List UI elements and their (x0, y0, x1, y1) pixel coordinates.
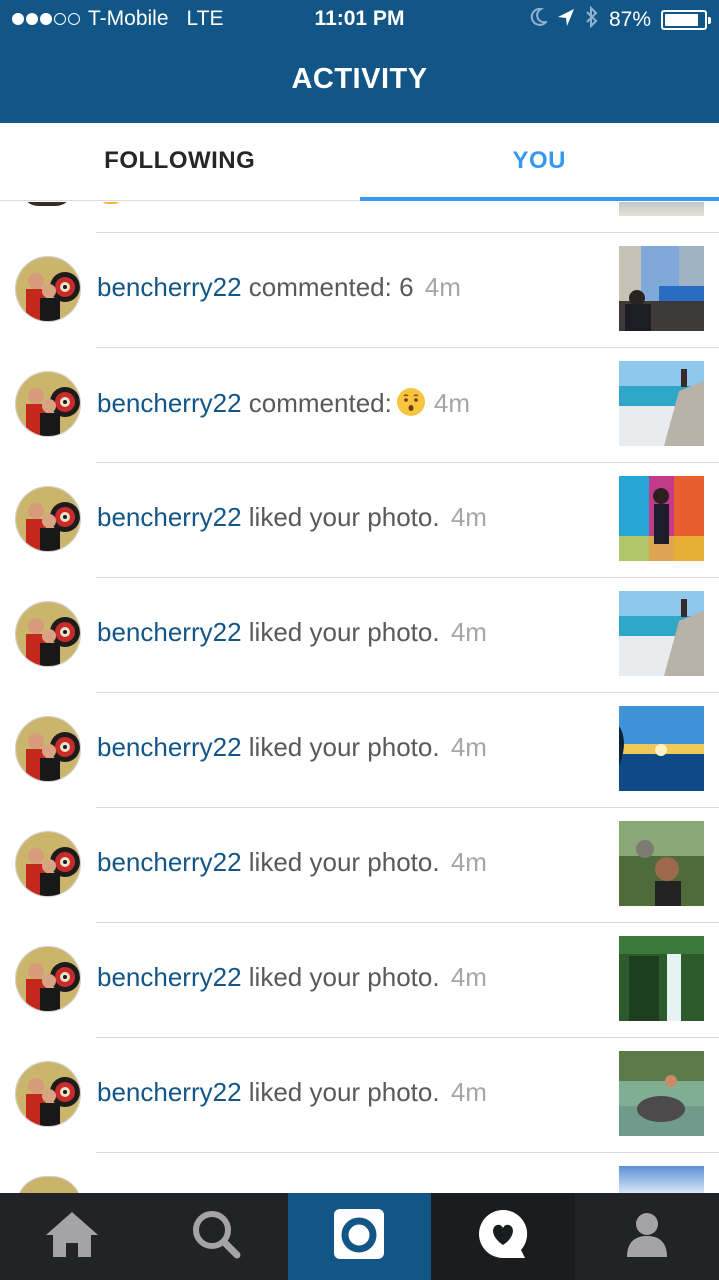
username-link[interactable]: bencherry22 (97, 617, 242, 647)
row-divider (96, 1037, 719, 1038)
activity-action: commented: 6 (248, 272, 414, 302)
activity-time: 4m (450, 502, 487, 532)
activity-row[interactable]: bencherry22 liked your photo. 4m (0, 462, 719, 577)
moon-icon (529, 7, 549, 33)
nav-camera-button[interactable] (287, 1193, 432, 1280)
activity-text: bencherry22 liked your photo. 4m (97, 617, 487, 648)
bottom-tab-bar (0, 1193, 719, 1280)
username-link[interactable]: bencherry22 (97, 388, 242, 418)
row-divider (96, 347, 719, 348)
avatar[interactable] (15, 831, 81, 897)
activity-time: 4m (450, 1077, 487, 1107)
activity-heart-icon (477, 1208, 529, 1265)
avatar[interactable] (15, 716, 81, 782)
activity-time: 4m (450, 847, 487, 877)
activity-row[interactable]: bencherry22 liked your photo. 4m (0, 922, 719, 1037)
home-icon (44, 1209, 100, 1264)
tab-you[interactable]: YOU (359, 123, 719, 201)
partial-list-item-top (0, 202, 719, 232)
post-thumbnail[interactable] (619, 246, 704, 331)
activity-action: liked your photo. (248, 502, 440, 532)
post-thumbnail[interactable] (619, 1051, 704, 1136)
activity-header: T-Mobile LTE 11:01 PM 87% ACTIVITY (0, 0, 719, 123)
activity-time: 4m (424, 272, 461, 302)
activity-tabs: FOLLOWING YOU (0, 123, 719, 201)
avatar[interactable] (15, 256, 81, 322)
activity-row[interactable]: bencherry22 commented: 4m (0, 347, 719, 462)
avatar[interactable] (15, 1061, 81, 1127)
tab-following[interactable]: FOLLOWING (0, 123, 360, 200)
post-thumbnail[interactable] (619, 476, 704, 561)
post-thumbnail[interactable] (619, 591, 704, 676)
activity-list[interactable]: bencherry22 commented: 6 4m bencherry22 c… (0, 202, 719, 1193)
username-link[interactable]: bencherry22 (97, 847, 242, 877)
activity-row[interactable]: bencherry22 liked your photo. 4m (0, 692, 719, 807)
activity-time: 4m (450, 617, 487, 647)
activity-row[interactable]: bencherry22 liked your photo. 4m (0, 1037, 719, 1152)
row-divider (96, 577, 719, 578)
battery-icon (661, 10, 711, 30)
nav-activity-button[interactable] (431, 1193, 576, 1280)
post-thumbnail[interactable] (619, 821, 704, 906)
camera-icon (333, 1208, 385, 1265)
activity-action: liked your photo. (248, 847, 440, 877)
activity-time: 4m (433, 388, 470, 418)
avatar[interactable] (15, 486, 81, 552)
activity-text: bencherry22 liked your photo. 4m (97, 502, 487, 533)
activity-action: liked your photo. (248, 1077, 440, 1107)
activity-action: liked your photo. (248, 732, 440, 762)
username-link[interactable]: bencherry22 (97, 732, 242, 762)
profile-icon (624, 1211, 670, 1262)
row-divider (96, 692, 719, 693)
status-right: 87% (529, 5, 711, 34)
username-link[interactable]: bencherry22 (97, 962, 242, 992)
partial-list-item-bottom (0, 1152, 719, 1193)
hushed-face-emoji (392, 388, 430, 418)
bluetooth-icon (585, 5, 599, 34)
username-link[interactable]: bencherry22 (97, 1077, 242, 1107)
location-arrow-icon (557, 7, 575, 33)
post-thumbnail[interactable] (619, 936, 704, 1021)
username-link[interactable]: bencherry22 (97, 272, 242, 302)
activity-text: bencherry22 liked your photo. 4m (97, 1077, 487, 1108)
post-thumbnail[interactable] (619, 361, 704, 446)
page-title: ACTIVITY (291, 63, 428, 95)
activity-row[interactable]: bencherry22 commented: 6 4m (0, 232, 719, 347)
activity-time: 4m (450, 962, 487, 992)
activity-action: liked your photo. (248, 962, 440, 992)
avatar[interactable] (15, 601, 81, 667)
avatar[interactable] (15, 371, 81, 437)
row-divider (96, 807, 719, 808)
activity-time: 4m (450, 732, 487, 762)
row-divider (96, 462, 719, 463)
nav-search-button[interactable] (144, 1193, 288, 1280)
activity-text: bencherry22 commented: 4m (97, 387, 470, 419)
post-thumbnail[interactable] (619, 706, 704, 791)
activity-row[interactable]: bencherry22 liked your photo. 4m (0, 577, 719, 692)
activity-row[interactable]: bencherry22 liked your photo. 4m (0, 807, 719, 922)
search-icon (191, 1209, 241, 1264)
row-divider (96, 922, 719, 923)
status-bar: T-Mobile LTE 11:01 PM 87% (0, 0, 719, 40)
avatar[interactable] (15, 946, 81, 1012)
activity-text: bencherry22 liked your photo. 4m (97, 732, 487, 763)
activity-text: bencherry22 liked your photo. 4m (97, 847, 487, 878)
nav-profile-button[interactable] (575, 1193, 719, 1280)
activity-action: commented: (248, 388, 392, 418)
activity-text: bencherry22 liked your photo. 4m (97, 962, 487, 993)
battery-percent: 87% (608, 8, 651, 31)
username-link[interactable]: bencherry22 (97, 502, 242, 532)
activity-action: liked your photo. (248, 617, 440, 647)
activity-text: bencherry22 commented: 6 4m (97, 272, 461, 303)
row-divider (96, 232, 719, 233)
nav-home-button[interactable] (0, 1193, 144, 1280)
